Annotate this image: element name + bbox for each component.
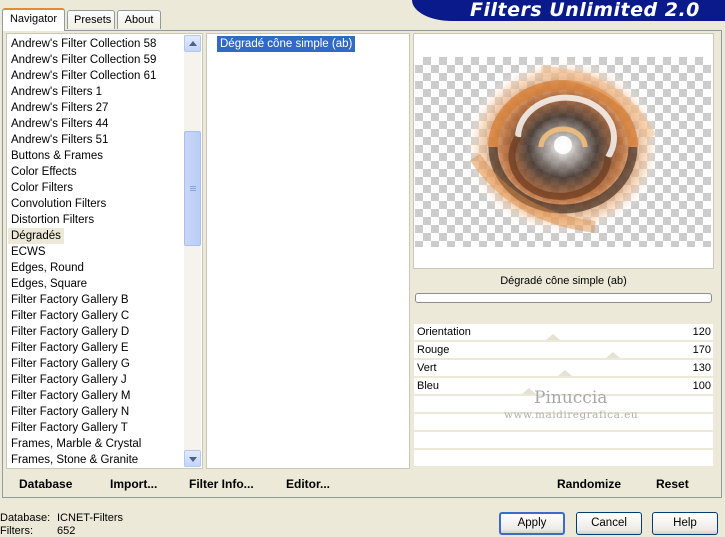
param-value: 130 <box>692 362 711 374</box>
category-item[interactable]: Dégradés <box>8 228 64 244</box>
category-item[interactable]: Frames, Stone & Granite <box>11 452 138 468</box>
grip-line <box>190 190 196 191</box>
category-item[interactable]: Andrew's Filters 51 <box>11 132 108 148</box>
reset-button[interactable]: Reset <box>656 475 689 493</box>
category-item[interactable]: Filter Factory Gallery E <box>11 340 129 356</box>
param-name: Vert <box>417 362 437 374</box>
category-item[interactable]: Andrew's Filter Collection 61 <box>11 68 156 84</box>
category-item[interactable]: Andrew's Filters 44 <box>11 116 108 132</box>
category-item[interactable]: ECWS <box>11 244 46 260</box>
apply-button[interactable]: Apply <box>499 512 565 535</box>
category-item[interactable]: Filter Factory Gallery J <box>11 372 127 388</box>
category-item[interactable]: Filter Factory Gallery B <box>11 292 129 308</box>
status-database-value: ICNET-Filters <box>57 512 123 524</box>
tab-presets[interactable]: Presets <box>67 10 115 29</box>
slider-thumb-rouge[interactable] <box>606 352 620 358</box>
watermark-name: Pinuccia <box>534 388 608 408</box>
status-filters-label: Filters: <box>0 525 33 537</box>
category-item[interactable]: Filter Factory Gallery G <box>11 356 130 372</box>
grip-line <box>190 188 196 189</box>
grip-line <box>190 186 196 187</box>
category-item[interactable]: Convolution Filters <box>11 196 106 212</box>
watermark-url: www.maidiregrafica.eu <box>504 409 639 421</box>
category-item[interactable]: Andrew's Filters 27 <box>11 100 108 116</box>
scroll-down-button[interactable] <box>184 450 201 467</box>
category-scrollbar[interactable] <box>184 35 201 467</box>
param-value: 120 <box>692 326 711 338</box>
scroll-thumb[interactable] <box>184 131 201 246</box>
help-button[interactable]: Help <box>652 512 718 535</box>
category-item[interactable]: Andrew's Filter Collection 59 <box>11 52 156 68</box>
chevron-up-icon <box>189 41 197 46</box>
param-name: Rouge <box>417 344 450 356</box>
filter-name-label: Dégradé cône simple (ab) <box>414 270 713 292</box>
category-item[interactable]: Andrew's Filter Collection 58 <box>11 36 156 52</box>
param-row-empty <box>414 450 713 467</box>
slider-thumb-vert[interactable] <box>558 370 572 376</box>
editor-button[interactable]: Editor... <box>286 475 330 493</box>
filter-item-selected[interactable]: Dégradé cône simple (ab) <box>217 36 356 52</box>
slider-thumb-orientation[interactable] <box>546 334 560 340</box>
progress-bar <box>415 293 712 303</box>
preview-swirl-image <box>465 59 661 235</box>
database-button[interactable]: Database <box>19 475 72 493</box>
category-item[interactable]: Edges, Square <box>11 276 87 292</box>
category-item[interactable]: Filter Factory Gallery N <box>11 404 129 420</box>
category-item[interactable]: Color Effects <box>11 164 77 180</box>
category-item[interactable]: Edges, Round <box>11 260 84 276</box>
randomize-button[interactable]: Randomize <box>557 475 621 493</box>
status-filters-value: 652 <box>57 525 76 537</box>
tab-about[interactable]: About <box>117 10 161 29</box>
category-item[interactable]: Filter Factory Gallery C <box>11 308 129 324</box>
scroll-up-button[interactable] <box>184 35 201 52</box>
param-value: 170 <box>692 344 711 356</box>
category-item[interactable]: Filter Factory Gallery M <box>11 388 131 404</box>
filter-list[interactable] <box>206 33 410 469</box>
param-name: Orientation <box>417 326 471 338</box>
param-row-orientation[interactable]: Orientation 120 <box>414 324 713 341</box>
import-button[interactable]: Import... <box>110 475 157 493</box>
chevron-down-icon <box>189 457 197 462</box>
preview-image <box>415 57 711 247</box>
category-item[interactable]: Frames, Marble & Crystal <box>11 436 141 452</box>
category-item[interactable]: Filter Factory Gallery T <box>11 420 128 436</box>
category-item[interactable]: Distortion Filters <box>11 212 94 228</box>
category-item[interactable]: Andrew's Filters 1 <box>11 84 102 100</box>
status-database-label: Database: <box>0 512 51 524</box>
param-value: 100 <box>692 380 711 392</box>
filter-info-button[interactable]: Filter Info... <box>189 475 254 493</box>
category-item[interactable]: Filter Factory Gallery D <box>11 324 129 340</box>
category-item[interactable]: Color Filters <box>11 180 73 196</box>
category-item[interactable]: Buttons & Frames <box>11 148 103 164</box>
app-title: Filters Unlimited 2.0 <box>470 0 700 21</box>
tab-navigator[interactable]: Navigator <box>2 8 65 31</box>
param-name: Bleu <box>417 380 440 392</box>
param-row-empty <box>414 432 713 449</box>
cancel-button[interactable]: Cancel <box>576 512 642 535</box>
param-row-rouge[interactable]: Rouge 170 <box>414 342 713 359</box>
